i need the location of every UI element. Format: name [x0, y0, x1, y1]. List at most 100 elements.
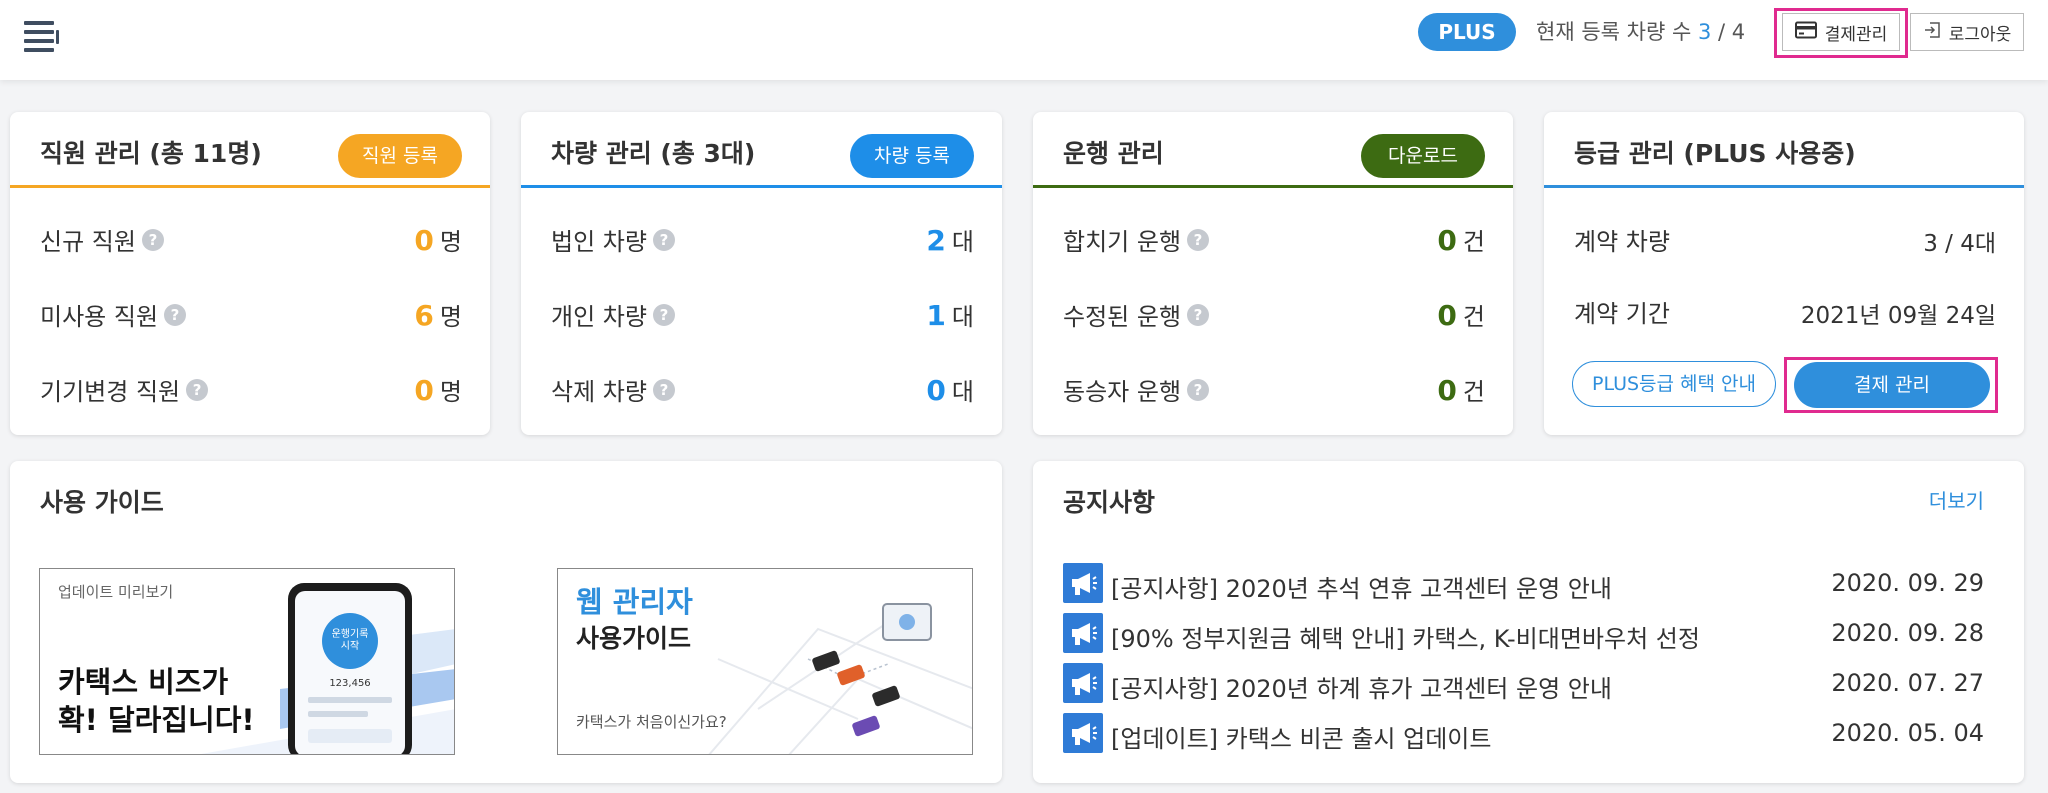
grade-card-header: 등급 관리 (PLUS 사용중)	[1544, 112, 2024, 188]
help-icon[interactable]: ?	[1187, 228, 1210, 251]
employee-row-unit: 명	[439, 303, 462, 331]
driving-card: 운행 관리 다운로드 합치기 운행? 0건 수정된 운행? 0건 동승자 운행?…	[1033, 112, 1513, 435]
register-employee-button[interactable]: 직원 등록	[338, 134, 462, 178]
notice-item-date: 2020. 05. 04	[1831, 719, 1984, 747]
help-icon[interactable]: ?	[1187, 378, 1210, 401]
grade-row-label: 계약 기간	[1574, 300, 1670, 328]
help-icon[interactable]: ?	[141, 228, 164, 251]
vehicle-row-unit: 대	[951, 228, 974, 256]
grade-row-label: 계약 차량	[1574, 228, 1670, 256]
help-icon[interactable]: ?	[652, 228, 675, 251]
payment-management-button[interactable]: 결제 관리	[1794, 362, 1990, 408]
more-link[interactable]: 더보기	[1929, 485, 1984, 514]
vehicle-count-current: 3	[1697, 20, 1712, 44]
help-icon[interactable]: ?	[186, 378, 209, 401]
employee-row-new: 신규 직원? 0명	[40, 218, 462, 258]
notice-item-title: [90% 정부지원금 혜택 안내] 카택스, K-비대면바우처 선정	[1111, 625, 1700, 653]
guide-banner-title1: 웹 관리자	[576, 585, 693, 619]
vehicle-row-personal: 개인 차량? 1대	[551, 293, 974, 333]
vehicle-count-label: 현재 등록 차량 수	[1536, 20, 1692, 44]
register-vehicle-button[interactable]: 차량 등록	[850, 134, 974, 178]
driving-card-title: 운행 관리	[1063, 139, 1164, 168]
grade-row-value: 3 / 4대	[1923, 231, 1996, 257]
grade-row-contract-vehicles: 계약 차량 3 / 4대	[1574, 218, 1996, 258]
grade-row-contract-period: 계약 기간 2021년 09월 24일	[1574, 290, 1996, 330]
employee-row-label: 기기변경 직원	[40, 378, 181, 406]
web-admin-guide-banner[interactable]: 웹 관리자 사용가이드 카택스가 처음이신가요?	[557, 568, 973, 755]
guide-title: 사용 가이드	[40, 488, 164, 517]
vehicle-row-value: 2	[926, 224, 946, 257]
driving-row-passenger: 동승자 운행? 0건	[1063, 368, 1485, 408]
megaphone-icon	[1063, 713, 1103, 753]
notice-item-title: [공지사항] 2020년 하계 휴가 고객센터 운영 안내	[1111, 675, 1612, 703]
employee-row-label: 미사용 직원	[40, 303, 159, 331]
notice-item[interactable]: [업데이트] 카택스 비콘 출시 업데이트 2020. 05. 04	[1063, 713, 1984, 753]
employee-row-unit: 명	[439, 228, 462, 256]
phone-screen-value: 123,456	[329, 678, 371, 689]
logout-icon	[1923, 21, 1941, 44]
driving-row-label: 수정된 운행	[1063, 303, 1182, 331]
logout-button[interactable]: 로그아웃	[1910, 13, 2024, 51]
vehicle-row-corporate: 법인 차량? 2대	[551, 218, 974, 258]
driving-card-header: 운행 관리 다운로드	[1033, 112, 1513, 188]
employee-row-label: 신규 직원	[40, 228, 136, 256]
update-preview-banner[interactable]: 업데이트 미리보기 카택스 비즈가 확! 달라집니다! 운행기록 시작 123,…	[39, 568, 455, 755]
update-banner-line1: 카택스 비즈가	[58, 665, 229, 699]
vehicle-count-max: 4	[1731, 20, 1746, 44]
driving-row-value: 0	[1437, 224, 1457, 257]
notice-item-date: 2020. 09. 29	[1831, 569, 1984, 597]
vehicle-row-deleted: 삭제 차량? 0대	[551, 368, 974, 408]
notice-section: 공지사항 더보기 [공지사항] 2020년 추석 연휴 고객센터 운영 안내 2…	[1033, 461, 2024, 783]
employee-row-value: 0	[414, 374, 434, 407]
vehicle-card-title: 차량 관리 (총 3대)	[551, 139, 756, 168]
billing-button[interactable]: 결제관리	[1782, 13, 1900, 51]
employee-card-header: 직원 관리 (총 11명) 직원 등록	[10, 112, 490, 188]
notice-item[interactable]: [공지사항] 2020년 추석 연휴 고객센터 운영 안내 2020. 09. …	[1063, 563, 1984, 603]
notice-title: 공지사항	[1063, 488, 1156, 517]
driving-row-value: 0	[1437, 299, 1457, 332]
driving-row-unit: 건	[1462, 228, 1485, 256]
vehicle-row-unit: 대	[951, 378, 974, 406]
download-button[interactable]: 다운로드	[1361, 134, 1485, 178]
notice-item-title: [공지사항] 2020년 추석 연휴 고객센터 운영 안내	[1111, 575, 1612, 603]
employee-row-value: 6	[414, 299, 434, 332]
billing-button-label: 결제관리	[1824, 24, 1888, 45]
notice-item[interactable]: [90% 정부지원금 혜택 안내] 카택스, K-비대면바우처 선정 2020.…	[1063, 613, 1984, 653]
notice-item-date: 2020. 09. 28	[1831, 619, 1984, 647]
help-icon[interactable]: ?	[1187, 303, 1210, 326]
megaphone-icon	[1063, 613, 1103, 653]
employee-row-device-change: 기기변경 직원? 0명	[40, 368, 462, 408]
megaphone-icon	[1063, 563, 1103, 603]
vehicle-row-label: 법인 차량	[551, 228, 647, 256]
grade-card: 등급 관리 (PLUS 사용중) 계약 차량 3 / 4대 계약 기간 2021…	[1544, 112, 2024, 435]
driving-row-unit: 건	[1462, 303, 1485, 331]
driving-row-label: 합치기 운행	[1063, 228, 1182, 256]
employee-card: 직원 관리 (총 11명) 직원 등록 신규 직원? 0명 미사용 직원? 6명…	[10, 112, 490, 435]
vehicle-row-value: 1	[926, 299, 946, 332]
guide-section: 사용 가이드 업데이트 미리보기 카택스 비즈가 확! 달라집니다! 운행기록 …	[10, 461, 1002, 783]
guide-banner-caption: 카택스가 처음이신가요?	[576, 713, 727, 731]
update-banner-line2: 확! 달라집니다!	[58, 703, 255, 737]
help-icon[interactable]: ?	[652, 303, 675, 326]
notice-item[interactable]: [공지사항] 2020년 하계 휴가 고객센터 운영 안내 2020. 07. …	[1063, 663, 1984, 703]
driving-row-merged: 합치기 운행? 0건	[1063, 218, 1485, 258]
vehicle-card: 차량 관리 (총 3대) 차량 등록 법인 차량? 2대 개인 차량? 1대 삭…	[521, 112, 1002, 435]
update-banner-tag: 업데이트 미리보기	[58, 583, 174, 601]
driving-row-edited: 수정된 운행? 0건	[1063, 293, 1485, 333]
plus-benefit-button[interactable]: PLUS등급 혜택 안내	[1572, 361, 1776, 407]
logout-button-label: 로그아웃	[1948, 24, 2012, 45]
help-icon[interactable]: ?	[164, 303, 187, 326]
employee-card-title: 직원 관리 (총 11명)	[40, 139, 262, 168]
notice-item-date: 2020. 07. 27	[1831, 669, 1984, 697]
megaphone-icon	[1063, 663, 1103, 703]
vehicle-row-value: 0	[926, 374, 946, 407]
grade-row-value: 2021년 09월 24일	[1800, 303, 1996, 329]
guide-banner-title2: 사용가이드	[576, 624, 692, 653]
card-icon	[1794, 21, 1817, 44]
plan-badge: PLUS	[1418, 13, 1516, 51]
driving-row-unit: 건	[1462, 378, 1485, 406]
menu-icon[interactable]	[24, 21, 59, 52]
help-icon[interactable]: ?	[652, 378, 675, 401]
driving-row-value: 0	[1437, 374, 1457, 407]
vehicle-row-unit: 대	[951, 303, 974, 331]
